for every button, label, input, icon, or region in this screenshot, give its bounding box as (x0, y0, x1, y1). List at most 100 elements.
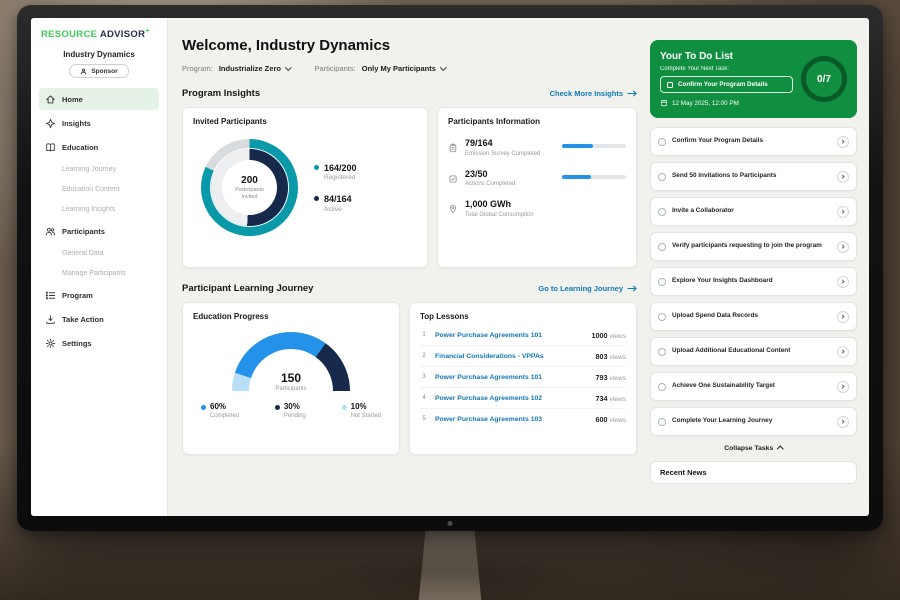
legend-item-pending: 30% Pending (275, 402, 306, 419)
chevron-up-icon (777, 446, 783, 452)
stat-actions-completed: 23/50 Actions Completed (448, 169, 626, 188)
legend-value: 164/200 (324, 163, 357, 173)
task-checkbox[interactable] (658, 208, 666, 216)
app-logo: RESOURCE ADVISOR+ (39, 28, 159, 40)
task-item[interactable]: Verify participants requesting to join t… (650, 232, 857, 261)
chevron-right-icon[interactable] (837, 416, 849, 428)
chevron-right-icon[interactable] (837, 171, 849, 183)
learning-cards-row: Education Progress 150 Participants (182, 302, 637, 455)
sidebar-item-general-data[interactable]: General Data (39, 244, 159, 262)
sidebar-item-home[interactable]: Home (39, 88, 159, 110)
chevron-right-icon[interactable] (837, 311, 849, 323)
task-checkbox[interactable] (658, 383, 666, 391)
todo-subtitle: Complete Your Next Task: (660, 66, 793, 72)
donut-center-value: 200 (241, 175, 258, 186)
sidebar-item-label: Education Content (62, 186, 120, 193)
chevron-right-icon[interactable] (837, 276, 849, 288)
sidebar-item-learning-insights[interactable]: Learning Insights (39, 200, 159, 218)
lesson-row: 5 Power Purchase Agreements 103 600views (420, 409, 626, 429)
insights-sparkle-icon (45, 118, 56, 129)
sponsor-badge[interactable]: Sponsor (69, 64, 128, 78)
chevron-right-icon[interactable] (837, 241, 849, 253)
task-checkbox[interactable] (658, 138, 666, 146)
page-title: Welcome, Industry Dynamics (182, 37, 637, 54)
filter-bar: Program: Industrialize Zero Participants… (182, 64, 637, 73)
task-item[interactable]: Invite a Collaborator (650, 197, 857, 226)
chevron-right-icon[interactable] (837, 381, 849, 393)
stat-label: Emission Survey Completed (465, 151, 555, 157)
program-filter-label: Program: (182, 64, 213, 73)
task-checkbox[interactable] (658, 173, 666, 181)
task-item[interactable]: Upload Spend Data Records (650, 302, 857, 331)
todo-progress-value: 0/7 (817, 74, 831, 85)
lesson-link[interactable]: Power Purchase Agreements 102 (435, 395, 589, 402)
monitor-stand (416, 531, 484, 600)
lesson-row: 2 Financial Considerations - VPPAs 803vi… (420, 346, 626, 367)
card-title: Invited Participants (193, 117, 417, 126)
legend-label: Registered (324, 174, 357, 181)
checkbox-icon[interactable] (667, 82, 673, 88)
sidebar-item-label: Education (62, 143, 98, 152)
sidebar-item-manage-participants[interactable]: Manage Participants (39, 264, 159, 282)
sidebar-item-participants[interactable]: Participants (39, 220, 159, 242)
task-item[interactable]: Explore Your Insights Dashboard (650, 267, 857, 296)
lesson-rank: 4 (420, 395, 428, 401)
legend-value: 84/164 (324, 194, 352, 204)
recent-news-card[interactable]: Recent News (650, 461, 857, 484)
stat-global-consumption: 1,000 GWh Total Global Consumption (448, 199, 626, 218)
participants-information-card: Participants Information 79/164 Emission… (437, 107, 637, 268)
task-item[interactable]: Send 50 Invitations to Participants (650, 162, 857, 191)
task-checkbox[interactable] (658, 278, 666, 286)
sidebar-item-education-content[interactable]: Education Content (39, 180, 159, 198)
calendar-icon (660, 99, 668, 107)
next-task-box[interactable]: Confirm Your Program Details (660, 76, 793, 93)
lesson-link[interactable]: Power Purchase Agreements 103 (435, 416, 589, 423)
task-checkbox[interactable] (658, 348, 666, 356)
sidebar-item-insights[interactable]: Insights (39, 112, 159, 134)
lessons-list: 1 Power Purchase Agreements 101 1000view… (420, 325, 626, 429)
lesson-link[interactable]: Power Purchase Agreements 101 (435, 374, 589, 381)
chevron-right-icon[interactable] (837, 136, 849, 148)
sidebar-item-label: Program (62, 291, 93, 300)
lesson-link[interactable]: Financial Considerations - VPPAs (435, 353, 589, 360)
stat-value: 79/164 (465, 138, 555, 148)
go-to-learning-journey-link[interactable]: Go to Learning Journey (538, 284, 637, 293)
lesson-rank: 5 (420, 416, 428, 422)
invited-participants-card: Invited Participants 200 Participants In… (182, 107, 428, 268)
actions-check-icon (448, 171, 458, 181)
sidebar-item-take-action[interactable]: Take Action (39, 308, 159, 330)
collapse-tasks-link[interactable]: Collapse Tasks (650, 445, 857, 452)
lesson-row: 3 Power Purchase Agreements 101 793views (420, 367, 626, 388)
download-action-icon (45, 314, 56, 325)
todo-panel: Your To Do List Complete Your Next Task:… (645, 18, 869, 516)
participants-filter-dropdown[interactable]: Only My Participants (362, 64, 446, 73)
task-checkbox[interactable] (658, 418, 666, 426)
task-item[interactable]: Achieve One Sustainability Target (650, 372, 857, 401)
check-more-insights-link[interactable]: Check More Insights (550, 89, 637, 98)
todo-summary-card: Your To Do List Complete Your Next Task:… (650, 40, 857, 118)
app-window: RESOURCE ADVISOR+ Industry Dynamics Spon… (31, 18, 869, 516)
next-task-label: Confirm Your Program Details (678, 81, 768, 88)
stat-value: 1,000 GWh (465, 199, 555, 209)
legend-dot (314, 196, 319, 201)
sidebar-item-settings[interactable]: Settings (39, 332, 159, 354)
task-item[interactable]: Upload Additional Educational Content (650, 337, 857, 366)
task-item[interactable]: Complete Your Learning Journey (650, 407, 857, 436)
task-label: Explore Your Insights Dashboard (672, 277, 831, 286)
main-content: Welcome, Industry Dynamics Program: Indu… (168, 18, 645, 516)
sidebar-item-education[interactable]: Education (39, 136, 159, 158)
stat-label: Total Global Consumption (465, 212, 555, 218)
program-filter-dropdown[interactable]: Industrialize Zero (219, 64, 291, 73)
sidebar-item-label: Learning Insights (62, 206, 115, 213)
chevron-right-icon[interactable] (837, 346, 849, 358)
program-insights-header: Program Insights Check More Insights (182, 88, 637, 99)
sidebar-item-program[interactable]: Program (39, 284, 159, 306)
task-checkbox[interactable] (658, 243, 666, 251)
task-item[interactable]: Confirm Your Program Details (650, 127, 857, 156)
chevron-right-icon[interactable] (837, 206, 849, 218)
lesson-link[interactable]: Power Purchase Agreements 101 (435, 332, 585, 339)
sidebar-item-learning-journey[interactable]: Learning Journey (39, 160, 159, 178)
participants-filter-value: Only My Participants (362, 64, 436, 73)
legend-dot (201, 405, 206, 410)
task-checkbox[interactable] (658, 313, 666, 321)
